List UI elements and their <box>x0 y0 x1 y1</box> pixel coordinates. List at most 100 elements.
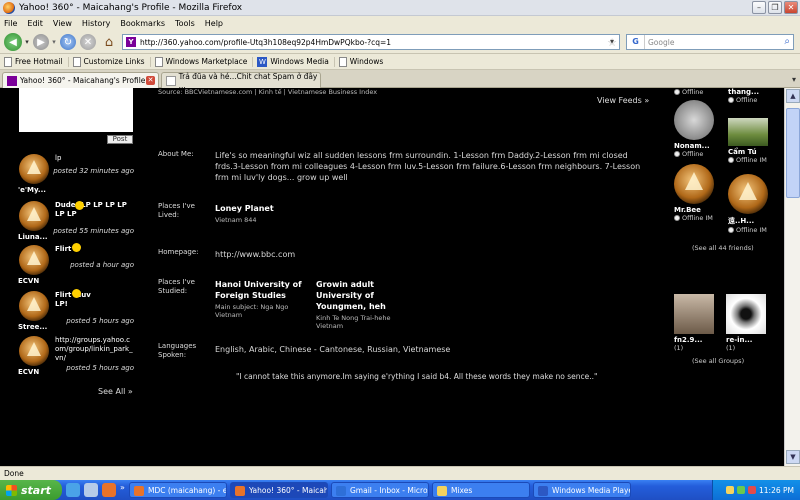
search-icon[interactable]: ⌕ <box>784 36 790 47</box>
firefox-quicklaunch-icon[interactable] <box>102 483 116 497</box>
languages-label: Languages Spoken: <box>158 342 197 359</box>
page-icon <box>4 56 12 67</box>
maximize-button[interactable]: ❐ <box>768 1 782 14</box>
group-avatar[interactable] <box>674 294 714 334</box>
page-icon <box>154 56 163 67</box>
page-icon <box>72 56 81 67</box>
feed-time: posted 55 minutes ago <box>53 227 134 235</box>
reload-button[interactable]: ↻ <box>60 34 76 50</box>
avatar[interactable] <box>19 291 49 321</box>
ie-quicklaunch-icon[interactable] <box>66 483 80 497</box>
forward-history-dropdown[interactable]: ▾ <box>50 34 58 50</box>
taskbar-item-media-player[interactable]: Windows Media Player <box>533 482 631 498</box>
scroll-thumb[interactable] <box>786 108 800 198</box>
menu-bookmarks[interactable]: Bookmarks <box>120 19 165 28</box>
see-all-groups-link[interactable]: (See all Groups) <box>692 357 744 365</box>
avatar[interactable] <box>19 154 49 184</box>
friend-avatar[interactable] <box>728 118 768 146</box>
profile-quote: "I cannot take this anymore.Im saying e'… <box>236 372 598 381</box>
taskbar-item-mdc[interactable]: MDC (maicahang) - e... <box>129 482 227 498</box>
bookmark-windows-media[interactable]: W Windows Media <box>257 56 335 67</box>
feed-user[interactable]: ECVN <box>18 368 39 376</box>
forward-button[interactable]: ▶ <box>33 34 49 50</box>
source-line[interactable]: Source: BBCVietnamese.com | Kinh tế | Vi… <box>158 88 377 96</box>
url-dropdown-icon[interactable]: ▾ <box>610 37 614 46</box>
friend-card[interactable]: Cẩm Tú Offline IM <box>728 118 778 164</box>
friend-avatar[interactable] <box>728 174 768 214</box>
address-bar[interactable]: Y http://360.yahoo.com/profile-Utq3h108e… <box>122 34 620 50</box>
taskbar-item-gmail[interactable]: Gmail - Inbox - Micros... <box>331 482 429 498</box>
feed-user[interactable]: Stree... <box>18 323 47 331</box>
bookmark-free-hotmail[interactable]: Free Hotmail <box>4 56 69 67</box>
feed-user[interactable]: Liuna... <box>18 233 48 241</box>
close-button[interactable]: ✕ <box>784 1 798 14</box>
clock[interactable]: 11:26 PM <box>759 486 794 495</box>
lived-label: Places I've Lived: <box>158 202 195 219</box>
group-avatar[interactable] <box>726 294 766 334</box>
menu-file[interactable]: File <box>4 19 17 28</box>
stop-button[interactable]: ✕ <box>80 34 96 50</box>
menu-view[interactable]: View <box>53 19 72 28</box>
google-engine-icon[interactable]: G <box>627 35 645 49</box>
bookmark-customize-links[interactable]: Customize Links <box>72 56 151 67</box>
friend-card[interactable]: Nonam... Offline <box>674 100 724 158</box>
scroll-up-icon[interactable]: ▲ <box>786 89 800 103</box>
tab-yahoo-profile[interactable]: Yahoo! 360° - Maicahang's Profile ✕ <box>2 72 159 88</box>
taskbar: start » MDC (maicahang) - e... Yahoo! 36… <box>0 480 800 500</box>
avatar[interactable] <box>19 336 49 366</box>
tab-chit-chat[interactable]: Trả đũa và hé...Chit chat Spam ở đây ... <box>161 72 321 90</box>
back-button[interactable]: ◀ <box>4 33 22 51</box>
friend-card[interactable]: 遠..H... Offline IM <box>728 174 778 234</box>
feed-time: posted 32 minutes ago <box>53 167 134 175</box>
view-feeds-link[interactable]: View Feeds » <box>597 96 649 105</box>
friend-avatar[interactable] <box>674 100 714 140</box>
friend-avatar[interactable] <box>674 164 714 204</box>
blast-input[interactable] <box>19 88 133 132</box>
title-bar: Yahoo! 360° - Maicahang's Profile - Mozi… <box>0 0 800 16</box>
homepage-link[interactable]: http://www.bbc.com <box>215 249 295 260</box>
menu-edit[interactable]: Edit <box>27 19 43 28</box>
feed-user[interactable]: ECVN <box>18 277 39 285</box>
group-card[interactable]: fn2.9... (1) <box>674 294 724 352</box>
avatar[interactable] <box>19 245 49 275</box>
bookmark-windows-marketplace[interactable]: Windows Marketplace <box>154 56 254 67</box>
search-box[interactable]: G Google ⌕ <box>626 34 794 50</box>
back-history-dropdown[interactable]: ▾ <box>23 34 31 50</box>
menu-tools[interactable]: Tools <box>175 19 195 28</box>
tray-icon[interactable] <box>737 486 745 494</box>
school-1: Hanoi University of Foreign Studies Main… <box>215 280 302 319</box>
tray-icon[interactable] <box>726 486 734 494</box>
minimize-button[interactable]: – <box>752 1 766 14</box>
vertical-scrollbar[interactable]: ▲ ▼ <box>784 88 800 466</box>
tab-close-icon[interactable]: ✕ <box>146 76 155 85</box>
system-tray: 11:26 PM <box>712 480 800 500</box>
taskbar-item-yahoo[interactable]: Yahoo! 360° - Maicah... <box>230 482 328 498</box>
home-button[interactable]: ⌂ <box>101 34 117 50</box>
status-dot-icon <box>674 151 680 157</box>
about-label: About Me: <box>158 150 194 158</box>
tab-list-dropdown-icon[interactable]: ▾ <box>792 75 796 84</box>
start-button[interactable]: start <box>0 480 62 500</box>
post-button[interactable]: Post <box>107 135 133 144</box>
see-all-link[interactable]: See All » <box>98 387 133 396</box>
taskbar-item-mixes[interactable]: Mixes <box>432 482 530 498</box>
page-icon <box>338 56 347 67</box>
tab-strip: Yahoo! 360° - Maicahang's Profile ✕ Trả … <box>0 70 800 90</box>
feed-user[interactable]: 'e'My... <box>18 186 46 194</box>
avatar[interactable] <box>19 201 49 231</box>
bookmark-windows[interactable]: Windows <box>338 56 388 67</box>
friend-card[interactable]: Mr.Bee Offline IM <box>674 164 724 222</box>
scroll-down-icon[interactable]: ▼ <box>786 450 800 464</box>
friend-card[interactable]: thang... Offline <box>728 88 778 104</box>
friend-card[interactable]: Offline <box>674 88 724 96</box>
see-all-friends-link[interactable]: (See all 44 friends) <box>692 244 754 252</box>
feed-message[interactable]: http://groups.yahoo.com/group/linkin_par… <box>55 336 133 363</box>
menu-history[interactable]: History <box>82 19 110 28</box>
tray-icon[interactable] <box>748 486 756 494</box>
status-dot-icon <box>674 89 680 95</box>
menu-help[interactable]: Help <box>205 19 223 28</box>
feed-time: posted a hour ago <box>70 261 134 269</box>
quicklaunch-more-icon[interactable]: » <box>120 483 126 497</box>
show-desktop-icon[interactable] <box>84 483 98 497</box>
group-card[interactable]: re-in... (1) <box>726 294 776 352</box>
